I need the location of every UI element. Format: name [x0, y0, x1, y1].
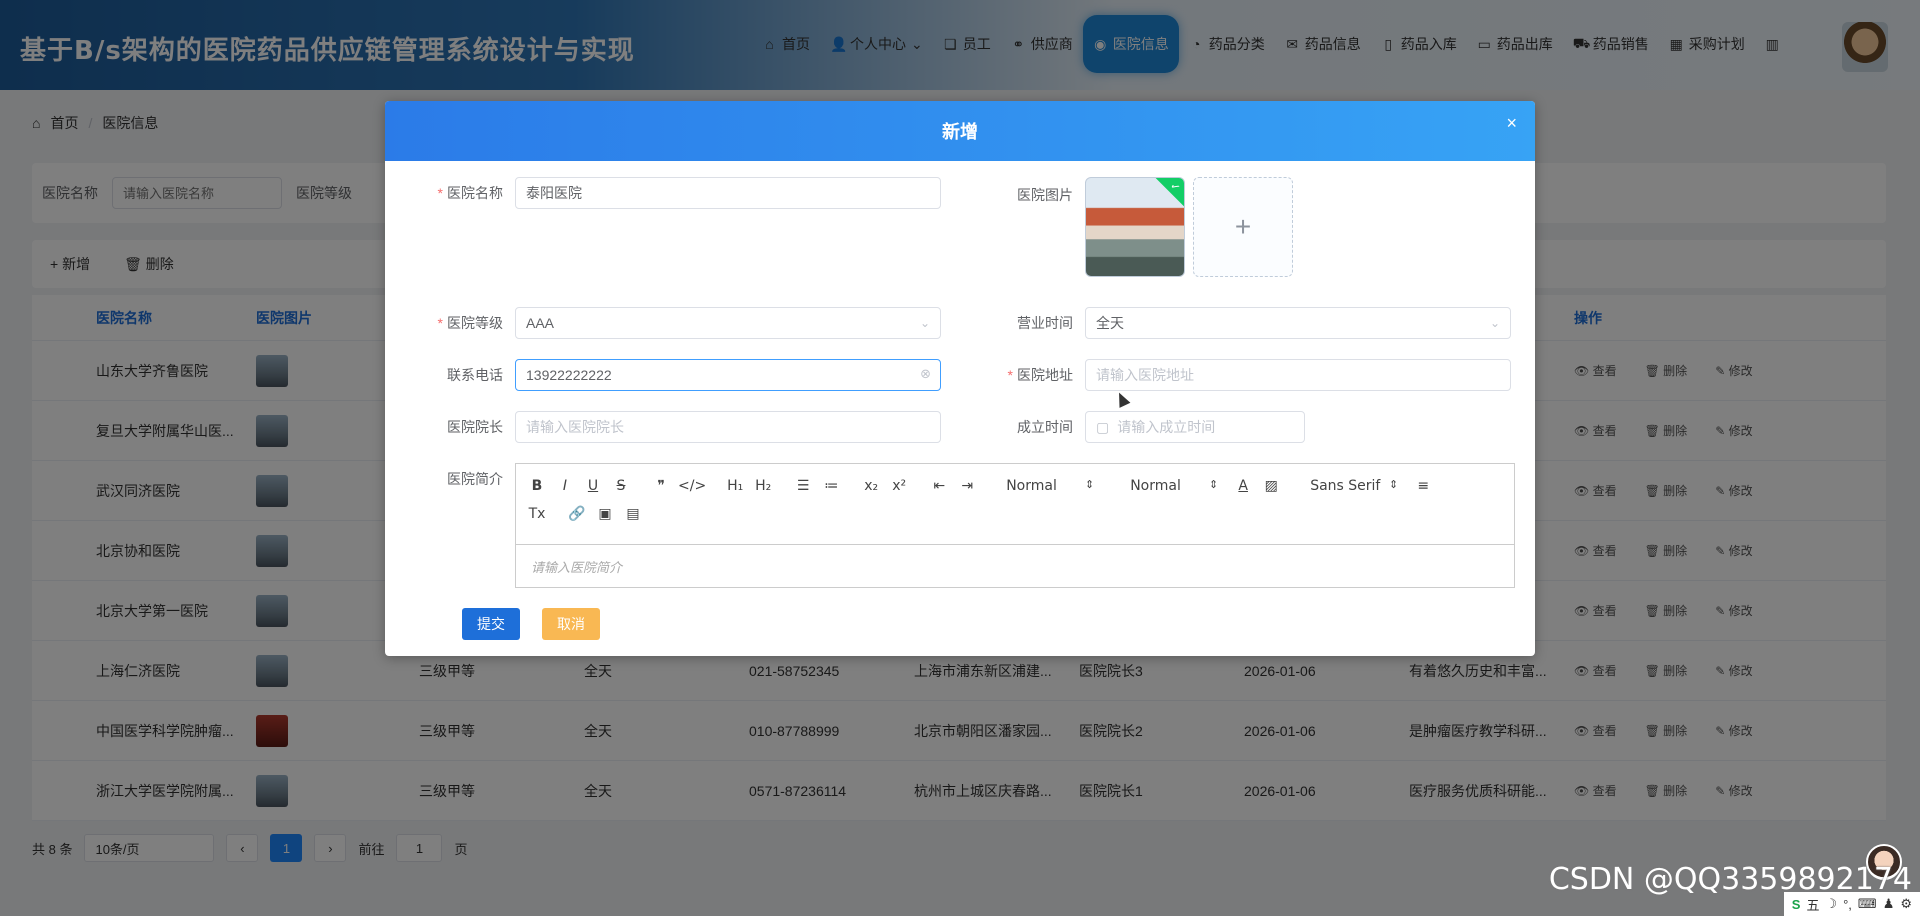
tray-item-5-icon[interactable]: ♟: [1883, 896, 1895, 912]
editor-tool-5-icon[interactable]: </>: [678, 478, 706, 494]
level-value: AAA: [526, 315, 555, 331]
link-icon[interactable]: 🔗: [566, 506, 588, 522]
field-hours: 营业时间 全天 ⌄: [955, 307, 1511, 339]
add-hospital-dialog: 新增 × *医院名称 医院图片 ✓ + *医院等级 AAA⌄ 营业时间 全天⌄ …: [385, 101, 1535, 656]
field-date: 成立时间 ▢ 请输入成立时间: [955, 411, 1305, 443]
check-icon: ✓: [1153, 178, 1184, 209]
header-size-select[interactable]: Normal ⇕: [998, 478, 1102, 494]
tray-item-0-icon[interactable]: S: [1792, 897, 1801, 912]
address-label-text: 医院地址: [1017, 367, 1073, 383]
editor-tool-8-icon[interactable]: ☰: [792, 478, 814, 494]
editor-toolbar-row-2: Tx 🔗 ▣ ▤: [526, 500, 1504, 528]
updown-icon: ⇕: [1388, 478, 1399, 491]
font-family-select[interactable]: Sans Serif ⇕: [1302, 478, 1406, 494]
editor-tool-11-icon[interactable]: x²: [888, 478, 910, 494]
tray-item-6-icon[interactable]: ⚙: [1900, 896, 1912, 912]
tray-item-1-icon[interactable]: 五: [1806, 895, 1819, 914]
required-mark: *: [1007, 367, 1013, 383]
editor-tool-6-icon[interactable]: H₁: [724, 478, 746, 494]
font-size-select-value: Normal: [1130, 478, 1181, 494]
hours-label: 营业时间: [1017, 315, 1073, 331]
font-size-select[interactable]: Normal ⇕: [1122, 478, 1226, 494]
intro-label: 医院简介: [447, 471, 503, 487]
updown-icon: ⇕: [1208, 478, 1219, 491]
level-label: * 医院等级: [385, 313, 515, 333]
editor-tool-10-icon[interactable]: x₂: [860, 478, 882, 494]
phone-label: 联系电话: [447, 367, 503, 383]
dean-input[interactable]: [515, 411, 941, 443]
system-tray: S 五 ☽ °, ⌨ ♟ ⚙: [1783, 892, 1920, 916]
address-label: * 医院地址: [955, 365, 1085, 385]
date-picker[interactable]: ▢ 请输入成立时间: [1085, 411, 1305, 443]
chevron-down-icon: ⌄: [919, 316, 930, 330]
tray-item-3-icon[interactable]: °,: [1843, 897, 1852, 912]
tray-item-2-icon[interactable]: ☽: [1825, 896, 1837, 912]
submit-button[interactable]: 提交: [462, 608, 520, 640]
calendar-icon: ▢: [1096, 418, 1110, 435]
dialog-title: 新增: [942, 122, 978, 142]
field-level: * 医院等级 AAA ⌄: [385, 307, 941, 339]
name-label: * 医院名称: [385, 183, 515, 203]
field-dean: 医院院长: [385, 411, 941, 443]
required-mark: *: [437, 185, 443, 201]
editor-toolbar-row-1: B I U S ❞ </> H₁ H₂ ☰ ≔ x₂ x² ⇤ ⇥ Normal ⇕ Normal ⇕ A ▨ Sans…: [526, 472, 1504, 500]
editor-toolbar: B I U S ❞ </> H₁ H₂ ☰ ≔ x₂ x² ⇤ ⇥ Normal ⇕ Normal ⇕ A ▨ Sans…: [516, 464, 1514, 545]
editor-tool-9-icon[interactable]: ≔: [820, 478, 842, 494]
close-icon[interactable]: ×: [1506, 113, 1517, 134]
header-size-select-value: Normal: [1006, 478, 1057, 494]
phone-input[interactable]: [515, 359, 941, 391]
clear-icon[interactable]: ⊗: [920, 366, 931, 382]
field-pic: 医院图片 ✓ +: [955, 177, 1293, 277]
hours-value: 全天: [1096, 315, 1124, 331]
background-color-icon[interactable]: ▨: [1260, 478, 1282, 494]
field-phone: 联系电话 ⊗: [385, 359, 941, 391]
level-select[interactable]: AAA ⌄: [515, 307, 941, 339]
rich-text-editor: B I U S ❞ </> H₁ H₂ ☰ ≔ x₂ x² ⇤ ⇥ Normal ⇕ Normal ⇕ A ▨ Sans…: [515, 463, 1515, 588]
date-label: 成立时间: [1017, 419, 1073, 435]
clear-format-icon[interactable]: Tx: [526, 506, 548, 522]
field-intro: 医院简介 B I U S ❞ </> H₁ H₂ ☰ ≔ x₂ x² ⇤ ⇥ Normal ⇕ Normal ⇕ A…: [385, 463, 1515, 588]
name-input[interactable]: [515, 177, 941, 209]
tray-item-4-icon[interactable]: ⌨: [1858, 896, 1877, 912]
level-label-text: 医院等级: [447, 315, 503, 331]
video-icon[interactable]: ▤: [622, 506, 644, 522]
dean-label: 医院院长: [447, 419, 503, 435]
upload-add-button[interactable]: +: [1193, 177, 1293, 277]
editor-tool-0-icon[interactable]: B: [526, 478, 548, 494]
dialog-header: 新增 ×: [385, 101, 1535, 161]
editor-tool-12-icon[interactable]: ⇤: [928, 478, 950, 494]
editor-tool-3-icon[interactable]: S: [610, 478, 632, 494]
chevron-down-icon: ⌄: [1489, 316, 1500, 330]
cancel-button[interactable]: 取消: [542, 608, 600, 640]
required-mark: *: [437, 315, 443, 331]
editor-tool-2-icon[interactable]: U: [582, 478, 604, 494]
address-input[interactable]: [1085, 359, 1511, 391]
editor-body[interactable]: 请输入医院简介: [516, 545, 1514, 588]
name-label-text: 医院名称: [447, 185, 503, 201]
editor-tool-4-icon[interactable]: ❞: [650, 478, 672, 494]
hours-select[interactable]: 全天 ⌄: [1085, 307, 1511, 339]
plus-icon: +: [1234, 211, 1252, 242]
font-color-icon[interactable]: A: [1232, 478, 1254, 494]
updown-icon: ⇕: [1084, 478, 1095, 491]
align-icon[interactable]: ≡: [1412, 478, 1434, 494]
editor-tool-1-icon[interactable]: I: [554, 478, 576, 494]
field-name: * 医院名称: [385, 177, 941, 209]
editor-tool-13-icon[interactable]: ⇥: [956, 478, 978, 494]
editor-tool-7-icon[interactable]: H₂: [752, 478, 774, 494]
font-family-value: Sans Serif: [1310, 478, 1381, 494]
image-icon[interactable]: ▣: [594, 506, 616, 522]
date-placeholder: 请输入成立时间: [1117, 419, 1216, 435]
uploaded-image[interactable]: ✓: [1085, 177, 1185, 277]
field-address: * 医院地址: [955, 359, 1511, 391]
pic-label: 医院图片: [1017, 187, 1073, 203]
